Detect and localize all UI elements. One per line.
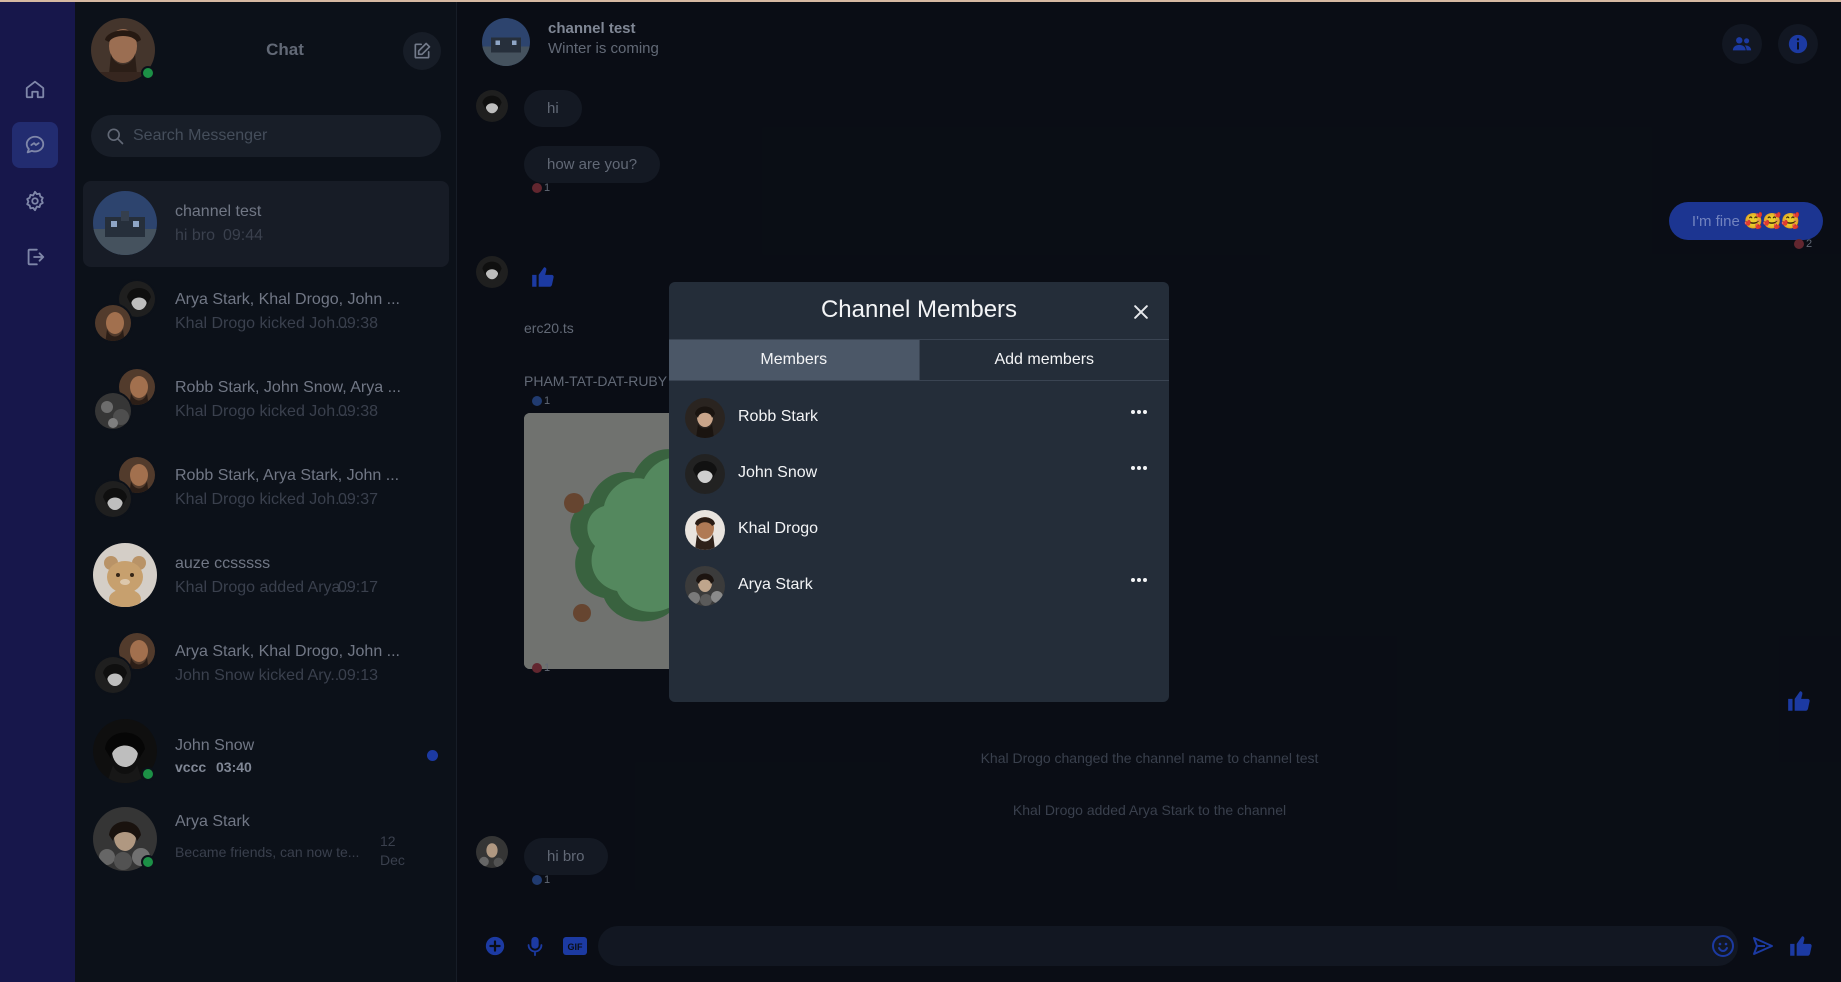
close-button[interactable] bbox=[1127, 298, 1155, 326]
tab-add-members[interactable]: Add members bbox=[918, 340, 1170, 380]
channel-members-dialog: Channel Members Members Add members Robb… bbox=[669, 282, 1169, 702]
more-horizontal-icon bbox=[1131, 466, 1147, 470]
member-avatar bbox=[685, 398, 725, 438]
member-name: Khal Drogo bbox=[738, 520, 819, 537]
member-avatar bbox=[685, 566, 725, 606]
member-name: Arya Stark bbox=[738, 576, 813, 593]
tab-members[interactable]: Members bbox=[669, 340, 919, 380]
member-row[interactable]: Robb Stark bbox=[685, 396, 1155, 440]
member-row[interactable]: John Snow bbox=[685, 452, 1155, 496]
member-options-button[interactable] bbox=[1125, 402, 1153, 422]
member-options-button[interactable] bbox=[1125, 458, 1153, 478]
dialog-title: Channel Members bbox=[820, 296, 1018, 323]
more-horizontal-icon bbox=[1131, 410, 1147, 414]
member-row[interactable]: Khal Drogo bbox=[685, 508, 1155, 552]
member-name: John Snow bbox=[738, 464, 818, 481]
more-horizontal-icon bbox=[1131, 578, 1147, 582]
member-avatar bbox=[685, 510, 725, 550]
member-row[interactable]: Arya Stark bbox=[685, 564, 1155, 608]
member-name: Robb Stark bbox=[738, 408, 819, 425]
member-avatar bbox=[685, 454, 725, 494]
close-icon bbox=[1134, 305, 1148, 319]
dialog-tabs: Members Add members bbox=[669, 339, 1169, 381]
member-options-button[interactable] bbox=[1125, 570, 1153, 590]
